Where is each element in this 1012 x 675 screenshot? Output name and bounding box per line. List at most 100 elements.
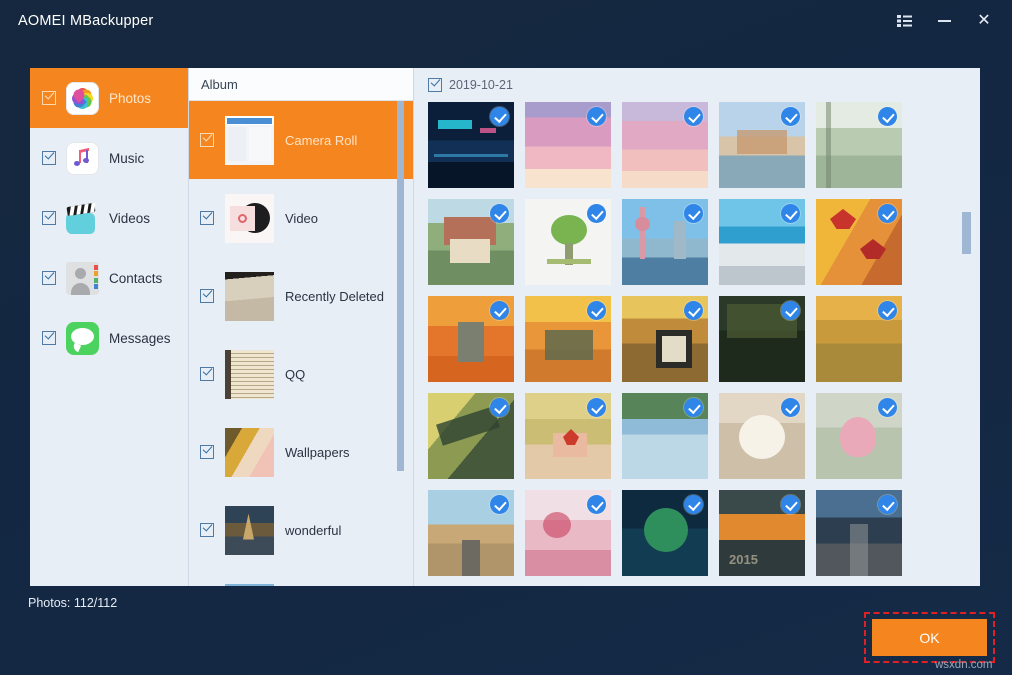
sidebar-item-contacts[interactable]: Contacts	[30, 248, 188, 308]
album-item-camera-roll[interactable]: Camera Roll	[189, 101, 413, 179]
photo-selected-check[interactable]	[490, 301, 509, 320]
photo-thumbnail[interactable]	[622, 490, 708, 576]
photo-selected-check[interactable]	[587, 107, 606, 126]
album-item-wallpapers[interactable]: Wallpapers	[189, 413, 413, 491]
photo-selected-check[interactable]	[684, 301, 703, 320]
photo-thumbnail[interactable]	[525, 199, 611, 285]
photo-selected-check[interactable]	[587, 398, 606, 417]
photo-thumbnail[interactable]	[719, 199, 805, 285]
photo-selected-check[interactable]	[878, 301, 897, 320]
photo-thumbnail[interactable]	[816, 393, 902, 479]
sidebar-item-label: Contacts	[109, 271, 162, 286]
photo-thumbnail[interactable]	[428, 393, 514, 479]
photos-checkbox[interactable]	[42, 91, 56, 105]
photo-thumbnail[interactable]	[622, 393, 708, 479]
music-checkbox[interactable]	[42, 151, 56, 165]
photo-thumbnail[interactable]	[622, 296, 708, 382]
photo-thumbnail[interactable]	[428, 296, 514, 382]
messages-checkbox[interactable]	[42, 331, 56, 345]
sidebar-item-label: Photos	[109, 91, 151, 106]
photo-selected-check[interactable]	[781, 204, 800, 223]
watermark: wsxdn.com	[935, 659, 993, 671]
photo-grid-scrollbar-thumb[interactable]	[962, 212, 971, 254]
messages-icon	[66, 322, 99, 355]
photo-selected-check[interactable]	[587, 301, 606, 320]
minimize-button[interactable]	[924, 4, 964, 38]
group-select-checkbox[interactable]	[428, 78, 442, 92]
sidebar-item-photos[interactable]: Photos	[30, 68, 188, 128]
photo-thumbnail[interactable]	[719, 393, 805, 479]
photo-selected-check[interactable]	[684, 495, 703, 514]
photo-count-label: Photos: 112/112	[28, 596, 117, 610]
category-sidebar: Photos Music Videos	[30, 68, 189, 586]
photo-thumbnail[interactable]	[428, 199, 514, 285]
photo-thumbnail[interactable]	[525, 102, 611, 188]
album-item-partial[interactable]	[189, 569, 413, 586]
app-title: AOMEI MBackupper	[18, 13, 153, 29]
list-view-icon[interactable]	[884, 4, 924, 38]
album-scrollbar-thumb[interactable]	[397, 101, 404, 471]
photo-thumbnail[interactable]	[525, 393, 611, 479]
album-item-wonderful[interactable]: wonderful	[189, 491, 413, 569]
album-item-recently-deleted[interactable]: Recently Deleted	[189, 257, 413, 335]
album-thumbnail	[225, 428, 274, 477]
title-bar: AOMEI MBackupper ✕	[0, 0, 1012, 41]
photo-grid-scroll-area[interactable]: 2015	[414, 102, 980, 586]
photo-selected-check[interactable]	[878, 204, 897, 223]
photo-selected-check[interactable]	[587, 204, 606, 223]
album-checkbox[interactable]	[200, 523, 214, 537]
videos-checkbox[interactable]	[42, 211, 56, 225]
photo-selected-check[interactable]	[684, 107, 703, 126]
photo-thumbnail[interactable]	[428, 102, 514, 188]
photo-selected-check[interactable]	[490, 495, 509, 514]
photo-thumbnail[interactable]	[719, 102, 805, 188]
album-checkbox[interactable]	[200, 367, 214, 381]
album-item-qq[interactable]: QQ	[189, 335, 413, 413]
photo-thumbnail[interactable]	[816, 490, 902, 576]
sidebar-item-label: Messages	[109, 331, 171, 346]
photo-group-date: 2019-10-21	[449, 78, 513, 92]
photo-thumbnail[interactable]	[719, 296, 805, 382]
album-checkbox[interactable]	[200, 211, 214, 225]
sidebar-item-messages[interactable]: Messages	[30, 308, 188, 368]
photo-thumbnail[interactable]	[622, 102, 708, 188]
album-item-label: Camera Roll	[285, 133, 357, 148]
photo-selected-check[interactable]	[781, 107, 800, 126]
photo-grid-panel: 2019-10-21	[414, 68, 980, 586]
sidebar-item-videos[interactable]: Videos	[30, 188, 188, 248]
photo-thumbnail[interactable]	[525, 296, 611, 382]
ok-button[interactable]: OK	[872, 619, 987, 656]
photos-icon	[66, 82, 99, 115]
photo-thumbnail[interactable]: 2015	[719, 490, 805, 576]
contacts-checkbox[interactable]	[42, 271, 56, 285]
photo-selected-check[interactable]	[490, 204, 509, 223]
album-scrollbar[interactable]	[397, 101, 404, 586]
photo-thumbnail[interactable]	[428, 490, 514, 576]
photo-selected-check[interactable]	[781, 301, 800, 320]
photo-thumbnail[interactable]	[816, 296, 902, 382]
photo-selected-check[interactable]	[878, 398, 897, 417]
close-button[interactable]: ✕	[964, 4, 1004, 38]
album-checkbox[interactable]	[200, 133, 214, 147]
window-controls: ✕	[884, 0, 1004, 41]
photo-selected-check[interactable]	[878, 107, 897, 126]
photo-selected-check[interactable]	[684, 204, 703, 223]
sidebar-item-music[interactable]: Music	[30, 128, 188, 188]
photo-selected-check[interactable]	[684, 398, 703, 417]
album-item-video[interactable]: Video	[189, 179, 413, 257]
album-item-label: Recently Deleted	[285, 289, 384, 304]
photo-selected-check[interactable]	[587, 495, 606, 514]
photo-selected-check[interactable]	[878, 495, 897, 514]
photo-selected-check[interactable]	[490, 398, 509, 417]
album-thumbnail	[225, 506, 274, 555]
photo-thumbnail[interactable]	[622, 199, 708, 285]
album-checkbox[interactable]	[200, 289, 214, 303]
photo-selected-check[interactable]	[781, 398, 800, 417]
photo-thumbnail[interactable]	[525, 490, 611, 576]
photo-thumbnail[interactable]	[816, 102, 902, 188]
photo-selected-check[interactable]	[490, 107, 509, 126]
photo-thumbnail[interactable]	[816, 199, 902, 285]
photo-selected-check[interactable]	[781, 495, 800, 514]
photo-grid-scrollbar[interactable]	[962, 102, 971, 586]
album-checkbox[interactable]	[200, 445, 214, 459]
